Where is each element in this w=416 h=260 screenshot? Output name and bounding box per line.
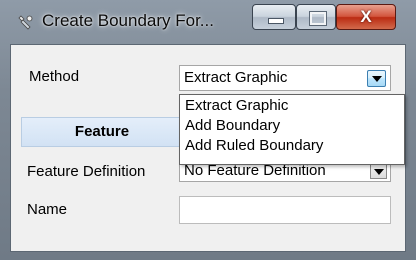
name-input[interactable]	[179, 196, 391, 224]
method-selected-value: Extract Graphic	[184, 69, 288, 86]
maximize-icon	[309, 11, 327, 26]
wrench-gear-icon	[18, 15, 33, 30]
maximize-button[interactable]	[296, 4, 336, 30]
chevron-down-icon	[374, 169, 384, 175]
name-label: Name	[27, 201, 68, 218]
dropdown-option-add-boundary[interactable]: Add Boundary	[185, 117, 280, 134]
window-title: Create Boundary For...	[42, 11, 214, 30]
feature-section-title: Feature	[74, 123, 130, 140]
method-dropdown-list: Extract Graphic Add Boundary Add Ruled B…	[179, 94, 405, 165]
method-combobox[interactable]: Extract Graphic	[179, 65, 391, 91]
method-dropdown-button[interactable]	[367, 70, 386, 87]
dropdown-option-extract-graphic[interactable]: Extract Graphic	[185, 97, 288, 114]
minimize-button[interactable]	[252, 4, 296, 30]
dialog-body: Method Extract Graphic Feature Feature D…	[10, 44, 406, 252]
method-label: Method	[29, 68, 80, 85]
close-icon: X	[360, 7, 372, 26]
dropdown-option-add-ruled-boundary[interactable]: Add Ruled Boundary	[185, 137, 323, 154]
feature-definition-label: Feature Definition	[27, 163, 146, 180]
title-bar[interactable]: Create Boundary For... X	[0, 0, 416, 44]
minimize-icon	[268, 18, 284, 24]
feature-definition-dropdown-button[interactable]	[370, 163, 387, 179]
close-button[interactable]: X	[336, 4, 396, 30]
chevron-down-icon	[372, 76, 382, 82]
dialog-window: Create Boundary For... X Method Extract …	[0, 0, 416, 260]
